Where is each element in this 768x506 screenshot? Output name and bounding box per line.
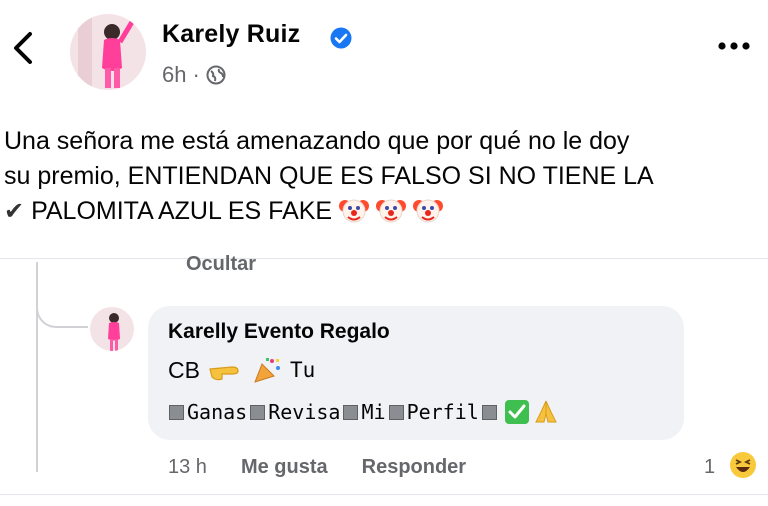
folded-hands-icon — [535, 400, 557, 423]
meta-separator: · — [192, 62, 200, 87]
comment-text: Tu — [289, 358, 316, 382]
post-line: su premio, ENTIENDAN QUE ES FALSO SI NO … — [4, 162, 654, 190]
more-dots-icon[interactable] — [716, 38, 752, 54]
comment-author[interactable]: Karelly Evento Regalo — [168, 320, 390, 344]
like-button[interactable]: Me gusta — [241, 456, 328, 479]
post-text: Una señora me está amenazando que por qu… — [4, 124, 764, 235]
reaction-count[interactable]: 1 — [704, 456, 715, 479]
comment-time[interactable]: 13 h — [168, 456, 207, 479]
post-line: Una señora me está amenazando que por qu… — [4, 127, 630, 155]
globe-icon — [206, 65, 226, 85]
verified-badge-icon — [330, 27, 352, 49]
comment-text: CB — [168, 356, 200, 383]
clown-face-icon — [376, 195, 406, 235]
bottom-divider — [0, 494, 768, 495]
hide-replies-link[interactable]: Ocultar — [186, 253, 256, 276]
comment-actions: 13 h Me gusta Responder — [168, 456, 466, 479]
check-mark: ✔ — [4, 197, 25, 225]
thread-line — [36, 262, 38, 472]
author-name[interactable]: Karely Ruiz — [162, 20, 300, 49]
green-check-box-icon — [504, 400, 529, 424]
section-divider — [0, 258, 768, 259]
thread-connector — [36, 298, 88, 328]
comment-word: Mi — [361, 400, 386, 424]
comment-word: Revisa — [268, 400, 341, 424]
clown-face-icon — [412, 195, 443, 235]
pointing-hand-icon — [209, 366, 239, 381]
comment-word: Ganas — [187, 400, 248, 424]
party-popper-icon — [254, 358, 280, 383]
missing-glyph-box — [169, 404, 184, 420]
laughing-emoji-icon[interactable] — [728, 450, 758, 480]
back-chevron-icon[interactable] — [8, 28, 38, 68]
missing-glyph-box — [481, 404, 497, 420]
commenter-avatar[interactable] — [90, 307, 134, 351]
post-line: ✔ PALOMITA AZUL ES FAKE — [4, 194, 764, 235]
post-time[interactable]: 6h — [162, 62, 186, 88]
missing-glyph-box — [388, 404, 404, 420]
author-avatar[interactable] — [70, 14, 146, 90]
missing-glyph-box — [250, 404, 266, 420]
clown-face-icon — [339, 195, 370, 235]
comment-line: Ganas Revisa Mi Perfil — [168, 398, 560, 426]
comment-word: Perfil — [406, 400, 479, 424]
reply-button[interactable]: Responder — [362, 456, 466, 479]
comment-line: CB Tu — [168, 356, 315, 384]
post-line-text: PALOMITA AZUL ES FAKE — [31, 197, 333, 225]
missing-glyph-box — [343, 404, 359, 420]
post-meta: 6h · — [162, 62, 226, 88]
